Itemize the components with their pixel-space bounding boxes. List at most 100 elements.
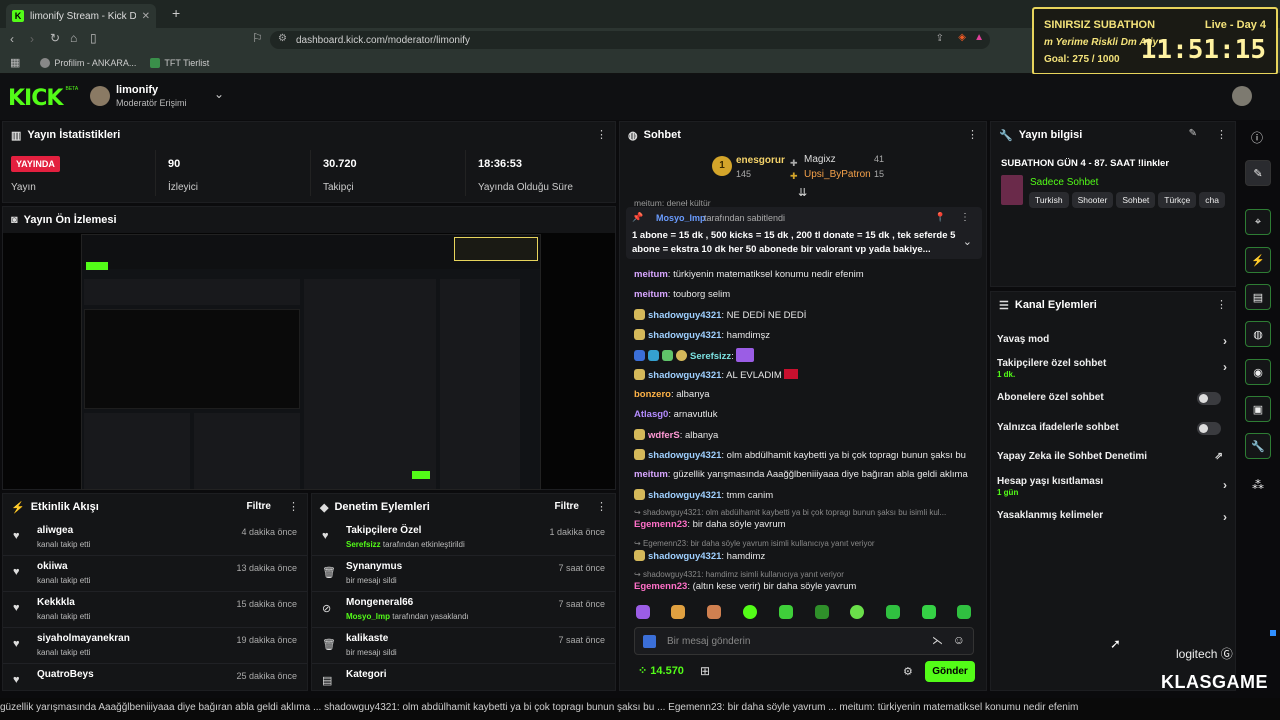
forward-icon[interactable]: › — [30, 32, 34, 46]
stream-preview-video[interactable] — [81, 234, 541, 490]
emote-icon[interactable] — [922, 605, 936, 619]
emote-icon[interactable] — [636, 605, 650, 619]
emotes-only-toggle[interactable] — [1197, 422, 1221, 435]
ai-moderation-row[interactable]: Yapay Zeka ile Sohbet Denetimi ⇗ — [997, 451, 1227, 465]
channel-switcher[interactable]: limonify Moderatör Erişimi ⌄ — [90, 84, 230, 110]
share-icon[interactable]: ⇪ — [936, 33, 944, 44]
account-age-row[interactable]: Hesap yaşı kısıtlaması 1 gün › — [997, 476, 1227, 500]
settings-icon[interactable]: ⚙ — [903, 665, 913, 678]
lightning-icon[interactable]: ⚡ — [1245, 247, 1271, 273]
user-avatar[interactable] — [1232, 86, 1252, 106]
expand-chevron-icon[interactable]: ⌄ — [963, 235, 972, 248]
emote-icon[interactable] — [850, 605, 864, 619]
brave-rewards-icon[interactable]: ▲ — [974, 32, 984, 43]
chat-username[interactable]: shadowguy4321 — [648, 490, 721, 501]
chat-username[interactable]: shadowguy4321 — [648, 330, 721, 341]
tag[interactable]: Shooter — [1071, 192, 1114, 208]
item-user[interactable]: Kekkkla — [37, 597, 75, 608]
back-icon[interactable]: ‹ — [10, 32, 14, 46]
chat-username[interactable]: meitum — [634, 289, 668, 300]
chevron-down-icon[interactable]: ⇊ — [798, 186, 807, 199]
emote-icon[interactable] — [743, 605, 757, 619]
tag[interactable]: cha — [1199, 192, 1225, 208]
emote-icon[interactable] — [779, 605, 793, 619]
site-info-icon[interactable]: ⚙ — [278, 33, 287, 44]
category-link[interactable]: Sadece Sohbet — [1030, 177, 1098, 188]
item-title[interactable]: kalikaste — [346, 633, 388, 644]
chat-username[interactable]: shadowguy4321 — [648, 310, 721, 321]
slow-mode-row[interactable]: Yavaş mod › — [997, 334, 1227, 348]
item-user[interactable]: siyaholmayanekran — [37, 633, 130, 644]
chat-username[interactable]: shadowguy4321 — [648, 450, 721, 461]
kicks-balance[interactable]: ⁘ 14.570 — [638, 664, 684, 677]
item-actor[interactable]: Mosyo_lmp — [346, 612, 390, 621]
banned-words-row[interactable]: Yasaklanmış kelimeler › — [997, 510, 1227, 524]
window-icon[interactable]: ▣ — [1245, 396, 1271, 422]
home-icon[interactable]: ⌂ — [70, 31, 77, 45]
moderation-filter-button[interactable]: Filtre — [555, 501, 579, 512]
chat-input[interactable]: Bir mesaj gönderin ⋋ ☺ — [634, 627, 974, 655]
more-icon[interactable]: ⋮ — [596, 500, 607, 513]
emote-icon[interactable] — [671, 605, 685, 619]
document-icon[interactable]: ▤ — [1245, 284, 1271, 310]
chat-username[interactable]: Serefsizz — [690, 351, 731, 362]
pencil-icon[interactable]: ✎ — [1245, 160, 1271, 186]
emote-icon[interactable] — [707, 605, 721, 619]
chat-icon[interactable]: ◍ — [1245, 321, 1271, 347]
gifter-3-name[interactable]: Upsi_ByPatron — [804, 169, 871, 180]
chat-username[interactable]: Egemenn23 — [634, 581, 687, 592]
subs-only-toggle[interactable] — [1197, 392, 1221, 405]
emoji-picker-icon[interactable]: ☺ — [953, 633, 965, 647]
chat-username[interactable]: bonzero — [634, 389, 671, 400]
item-user[interactable]: aliwgea — [37, 525, 73, 536]
reload-icon[interactable]: ↻ — [50, 31, 60, 45]
bookmark-icon[interactable]: ⚐ — [252, 31, 263, 45]
chat-username[interactable]: Atlasg0 — [634, 409, 668, 420]
tag[interactable]: Türkçe — [1158, 192, 1197, 208]
emote-icon[interactable] — [815, 605, 829, 619]
tab-close-icon[interactable]: ✕ — [142, 11, 150, 22]
tag[interactable]: Turkish — [1029, 192, 1069, 208]
item-title[interactable]: Synanymus — [346, 561, 402, 572]
more-icon[interactable]: ⋮ — [596, 128, 607, 141]
item-user[interactable]: QuatroBeys — [37, 669, 94, 680]
new-tab-button[interactable]: + — [172, 5, 180, 21]
bookmark-profilim[interactable]: Profilim - ANKARA... — [40, 57, 136, 68]
gift-box-icon[interactable]: ⊞ — [700, 664, 710, 678]
unpin-icon[interactable]: 📍 — [935, 212, 946, 223]
item-title[interactable]: Mongeneral66 — [346, 597, 413, 608]
followers-only-row[interactable]: Takipçilere özel sohbet 1 dk. › — [997, 358, 1227, 382]
more-icon[interactable]: ⋮ — [1216, 128, 1227, 141]
quick-emote-icon[interactable]: ⋋ — [932, 634, 943, 647]
item-actor[interactable]: Serefsizz — [346, 540, 381, 549]
info-icon[interactable]: ⓘ — [1251, 129, 1263, 146]
tag[interactable]: Sohbet — [1116, 192, 1156, 208]
kick-logo[interactable]: KICK BETA — [8, 86, 78, 111]
gifter-2-name[interactable]: Magixz — [804, 154, 836, 165]
item-user[interactable]: okiiwa — [37, 561, 68, 572]
widgets-icon[interactable]: ⁂ — [1252, 478, 1264, 492]
pinned-by-user[interactable]: Mosyo_lmp — [656, 213, 706, 223]
chat-username[interactable]: meitum — [634, 269, 668, 280]
send-button[interactable]: Gönder — [925, 661, 975, 682]
edit-icon[interactable]: ✎ — [1189, 128, 1197, 139]
brave-shield-icon[interactable]: ◈ — [958, 32, 966, 43]
url-input[interactable]: ⚙ dashboard.kick.com/moderator/limonify … — [270, 31, 990, 49]
chat-username[interactable]: meitum — [634, 469, 668, 480]
bookmark-tft-tierlist[interactable]: TFT Tierlist — [150, 57, 209, 68]
emote-icon[interactable] — [886, 605, 900, 619]
chat-username[interactable]: Egemenn23 — [634, 519, 687, 530]
target-icon[interactable]: ⌖ — [1245, 209, 1271, 235]
sidebar-icon[interactable]: ▯ — [90, 31, 97, 45]
apps-grid-icon[interactable]: ▦ — [10, 56, 20, 69]
more-icon[interactable]: ⋮ — [1216, 298, 1227, 311]
tools-icon[interactable]: 🔧 — [1245, 433, 1271, 459]
chat-username[interactable]: wdferS — [648, 430, 680, 441]
top-gifter-name[interactable]: enesgorur — [736, 155, 785, 166]
more-icon[interactable]: ⋮ — [288, 500, 299, 513]
activity-filter-button[interactable]: Filtre — [247, 501, 271, 512]
browser-tab[interactable]: K limonify Stream - Kick Dashb ✕ — [6, 4, 156, 28]
more-icon[interactable]: ⋮ — [960, 212, 970, 223]
chat-username[interactable]: shadowguy4321 — [648, 370, 721, 381]
chat-username[interactable]: shadowguy4321 — [648, 551, 721, 562]
